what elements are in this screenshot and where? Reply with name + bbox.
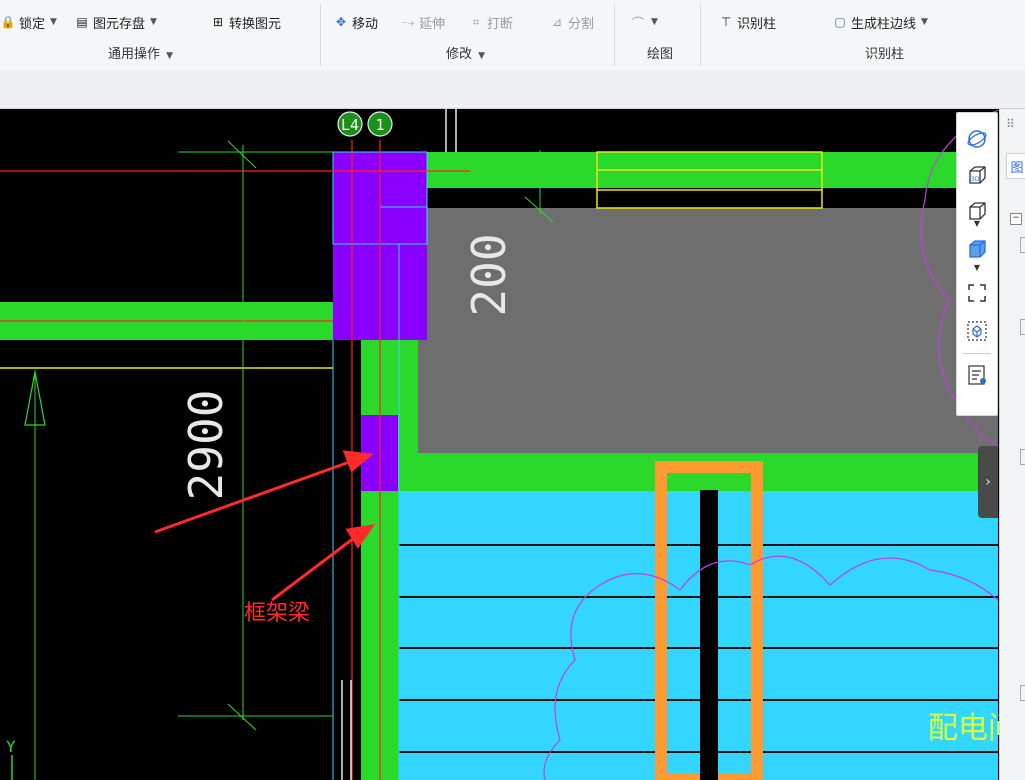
annotation-frame-beam: 框架梁 bbox=[244, 601, 310, 626]
panel-grip-icon[interactable]: ⠿ bbox=[1006, 117, 1015, 131]
lock-icon: 🔒 bbox=[0, 15, 16, 29]
axis-label-l4: L4 bbox=[341, 116, 359, 134]
view-toolbar: 3D ▼ ▼ bbox=[956, 112, 998, 416]
break-label: 打断 bbox=[487, 16, 514, 32]
toolbar-divider bbox=[963, 353, 991, 354]
tree-node[interactable] bbox=[1020, 319, 1025, 335]
group-label-modify[interactable]: 修改 ▼ bbox=[446, 43, 485, 62]
arc-icon: ⌒ bbox=[631, 15, 644, 30]
identify-column-button[interactable]: ⊤ 识别柱 bbox=[718, 10, 776, 34]
generate-column-edge-button[interactable]: ▢ 生成柱边线 ▼ bbox=[832, 10, 928, 34]
break-icon: ⌗ bbox=[472, 14, 480, 29]
orbit-icon[interactable] bbox=[964, 127, 990, 151]
identify-column-icon: ⊤ bbox=[720, 15, 732, 29]
ribbon-divider bbox=[700, 4, 701, 66]
extend-button[interactable]: ⤍ 延伸 bbox=[400, 10, 445, 34]
generate-column-edge-label: 生成柱边线 bbox=[851, 16, 917, 32]
extend-label: 延伸 bbox=[419, 16, 446, 32]
tree-node[interactable] bbox=[1020, 449, 1025, 465]
chevron-right-icon: › bbox=[985, 474, 991, 490]
lock-button[interactable]: 🔒 锁定 ▼ bbox=[0, 10, 57, 34]
svg-text:3D: 3D bbox=[971, 176, 980, 183]
sub-toolbar bbox=[0, 70, 1025, 109]
move-label: 移动 bbox=[352, 16, 379, 32]
tree-collapse-icon[interactable]: − bbox=[1010, 213, 1022, 225]
column-edge-icon: ▢ bbox=[834, 15, 846, 29]
chevron-down-icon: ▼ bbox=[478, 51, 486, 61]
tree-node[interactable] bbox=[1020, 685, 1025, 701]
tree-node[interactable] bbox=[1020, 237, 1025, 253]
cad-drawing-canvas[interactable]: L4 1 200 2900 框架梁 配电间 Y bbox=[0, 109, 1025, 780]
extend-icon: ⤍ bbox=[401, 14, 415, 29]
group-label-draw: 绘图 bbox=[647, 47, 674, 62]
split-icon: ⊿ bbox=[551, 15, 563, 29]
shaded-cube-icon[interactable] bbox=[964, 237, 990, 261]
axis-label-1: 1 bbox=[375, 116, 384, 134]
opening-gap bbox=[700, 490, 718, 780]
chevron-down-icon: ▼ bbox=[166, 51, 174, 61]
chevron-down-icon: ▼ bbox=[921, 17, 928, 27]
y-axis-label: Y bbox=[6, 737, 16, 756]
move-icon: ✥ bbox=[335, 15, 347, 29]
room-region bbox=[398, 490, 998, 780]
save-element-icon: ▤ bbox=[76, 15, 88, 29]
split-button[interactable]: ⊿ 分割 bbox=[549, 10, 594, 34]
chevron-down-icon[interactable]: ▼ bbox=[964, 261, 990, 273]
arc-draw-button[interactable]: ⌒ ▼ bbox=[630, 10, 658, 34]
panel-collapse-handle[interactable]: › bbox=[978, 446, 998, 518]
chevron-down-icon[interactable]: ▼ bbox=[964, 217, 990, 229]
save-element-label: 图元存盘 bbox=[93, 16, 146, 32]
convert-element-label: 转换图元 bbox=[229, 16, 282, 32]
lock-label: 锁定 bbox=[19, 16, 46, 32]
chevron-down-icon: ▼ bbox=[651, 17, 658, 27]
group-label-identify: 识别柱 bbox=[865, 47, 905, 62]
layer-list-icon[interactable] bbox=[964, 363, 990, 387]
tab-drawing[interactable]: 图 bbox=[1006, 153, 1025, 179]
group-label-general[interactable]: 通用操作 ▼ bbox=[108, 43, 173, 62]
identify-column-label: 识别柱 bbox=[737, 16, 777, 32]
ribbon-divider bbox=[320, 4, 321, 66]
ribbon-toolbar: 🔒 锁定 ▼ ▤ 图元存盘 ▼ ⊞ 转换图元 通用操作 ▼ ✥ 移动 ⤍ 延伸 … bbox=[0, 0, 1025, 71]
ribbon-divider bbox=[614, 4, 615, 66]
select-box-icon[interactable] bbox=[964, 319, 990, 343]
split-label: 分割 bbox=[568, 16, 595, 32]
break-button[interactable]: ⌗ 打断 bbox=[468, 10, 513, 34]
3d-view-icon[interactable]: 3D bbox=[964, 163, 990, 187]
convert-icon: ⊞ bbox=[212, 15, 224, 29]
right-properties-panel: ⠿ 图 − bbox=[999, 109, 1025, 780]
chevron-down-icon: ▼ bbox=[50, 17, 57, 27]
save-element-button[interactable]: ▤ 图元存盘 ▼ bbox=[74, 10, 157, 34]
dimension-text-2900: 2900 bbox=[179, 390, 233, 501]
convert-element-button[interactable]: ⊞ 转换图元 bbox=[210, 10, 281, 34]
zoom-extents-icon[interactable] bbox=[964, 281, 990, 305]
move-button[interactable]: ✥ 移动 bbox=[333, 10, 378, 34]
dimension-text-200: 200 bbox=[462, 233, 516, 316]
chevron-down-icon: ▼ bbox=[150, 17, 157, 27]
